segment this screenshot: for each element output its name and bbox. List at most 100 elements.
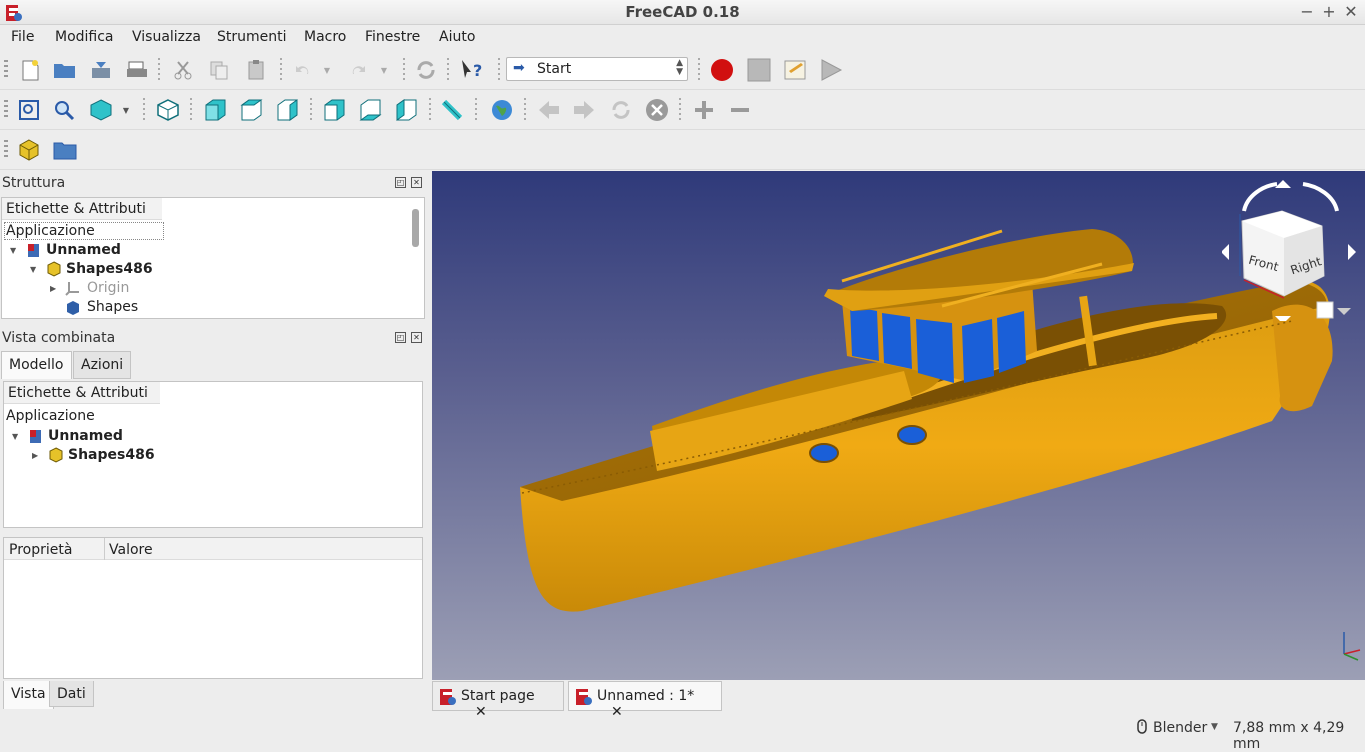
collapse-arrow-icon[interactable]: ▼ xyxy=(12,432,18,441)
fit-all-icon[interactable] xyxy=(15,96,43,124)
workbench-selector[interactable]: ➡ Start ▲ ▼ xyxy=(506,57,688,81)
top-view-icon[interactable] xyxy=(237,96,265,124)
bottom-view-icon[interactable] xyxy=(356,96,384,124)
spin-arrows-icon: ▲ ▼ xyxy=(676,58,683,77)
window-title: FreeCAD 0.18 xyxy=(625,3,740,21)
save-icon[interactable] xyxy=(87,56,115,84)
tree-item-unnamed[interactable]: Unnamed xyxy=(46,242,121,258)
toolbar-grip[interactable] xyxy=(4,60,8,80)
tab-unnamed-document[interactable]: Unnamed : 1* ✕ xyxy=(568,681,722,720)
create-group-icon[interactable] xyxy=(51,136,79,164)
tab-modello[interactable]: Modello xyxy=(1,351,72,379)
tree-column-header[interactable]: Etichette & Attributi xyxy=(2,198,162,220)
stop-macro-icon[interactable] xyxy=(745,56,773,84)
tab-dati[interactable]: Dati xyxy=(49,681,94,707)
part-icon xyxy=(47,261,61,277)
view-menu-cube-icon[interactable] xyxy=(1316,301,1334,319)
redo-dropdown-icon[interactable]: ▼ xyxy=(375,56,393,84)
model-tree-item-unnamed[interactable]: Unnamed xyxy=(48,428,123,444)
paste-icon[interactable] xyxy=(242,56,270,84)
pan-left-icon[interactable] xyxy=(1222,244,1229,260)
print-icon[interactable] xyxy=(123,56,151,84)
front-view-icon[interactable] xyxy=(201,96,229,124)
document-icon xyxy=(28,244,39,257)
tab-unnamed-label: Unnamed : 1* xyxy=(597,688,695,704)
combo-panel-title: Vista combinata xyxy=(2,330,116,346)
tree-scrollbar[interactable] xyxy=(412,209,419,247)
3d-viewport[interactable]: Front Right xyxy=(432,171,1365,680)
undo-icon[interactable] xyxy=(288,56,316,84)
collapse-arrow-icon[interactable]: ▼ xyxy=(10,246,16,255)
close-panel-icon[interactable]: ✕ xyxy=(411,332,422,343)
workbench-label: Start xyxy=(537,61,572,77)
tab-start-page[interactable]: Start page ✕ xyxy=(432,681,564,720)
web-globe-icon[interactable] xyxy=(488,96,516,124)
tree-item-origin[interactable]: Origin xyxy=(87,280,129,296)
cut-icon[interactable] xyxy=(169,56,197,84)
menu-finestre[interactable]: Finestre xyxy=(365,29,420,45)
pan-down-icon[interactable] xyxy=(1275,316,1291,321)
copy-icon[interactable] xyxy=(205,56,233,84)
property-header: Proprietà Valore xyxy=(4,538,422,560)
tab-vista[interactable]: Vista xyxy=(3,681,54,709)
draw-style-icon[interactable] xyxy=(87,96,115,124)
open-folder-icon[interactable] xyxy=(51,56,79,84)
new-document-icon[interactable] xyxy=(16,56,44,84)
pan-right-icon[interactable] xyxy=(1348,244,1356,260)
zoom-in-icon[interactable] xyxy=(690,96,718,124)
expand-arrow-icon[interactable]: ▶ xyxy=(50,284,56,293)
expand-arrow-icon[interactable]: ▶ xyxy=(32,451,38,460)
axis-cross-icon xyxy=(1343,632,1361,661)
refresh-icon[interactable] xyxy=(412,56,440,84)
tree-root-label[interactable]: Applicazione xyxy=(4,222,164,240)
fit-selection-icon[interactable] xyxy=(50,96,78,124)
property-column-value[interactable]: Valore xyxy=(109,542,153,558)
status-bar: Blender ▼ 7,88 mm x 4,29 mm xyxy=(0,715,1365,752)
float-panel-icon[interactable]: ◰ xyxy=(395,177,406,188)
record-macro-icon[interactable] xyxy=(708,56,736,84)
maximize-button[interactable]: + xyxy=(1319,2,1339,21)
mouse-icon xyxy=(1137,719,1147,734)
collapse-arrow-icon[interactable]: ▼ xyxy=(30,265,36,274)
draw-style-dropdown-icon[interactable]: ▼ xyxy=(117,96,135,124)
menu-visualizza[interactable]: Visualizza xyxy=(132,29,201,45)
close-panel-icon[interactable]: ✕ xyxy=(411,177,422,188)
left-view-icon[interactable] xyxy=(392,96,420,124)
create-part-icon[interactable] xyxy=(15,136,43,164)
back-arrow-icon[interactable] xyxy=(535,96,563,124)
zoom-out-icon[interactable] xyxy=(726,96,754,124)
edit-macro-icon[interactable] xyxy=(781,56,809,84)
toolbar-grip[interactable] xyxy=(4,140,8,160)
reload-icon[interactable] xyxy=(607,96,635,124)
minimize-button[interactable]: − xyxy=(1297,2,1317,21)
model-tree-column-header[interactable]: Etichette & Attributi xyxy=(4,382,160,404)
tree-item-shapes486[interactable]: Shapes486 xyxy=(66,261,153,277)
redo-icon[interactable] xyxy=(345,56,373,84)
rear-view-icon[interactable] xyxy=(320,96,348,124)
menu-macro[interactable]: Macro xyxy=(304,29,346,45)
model-tree-item-shapes486[interactable]: Shapes486 xyxy=(68,447,155,463)
measure-distance-icon[interactable] xyxy=(438,96,466,124)
run-macro-icon[interactable] xyxy=(817,56,845,84)
tab-azioni[interactable]: Azioni xyxy=(73,351,132,379)
whats-this-icon[interactable]: ? xyxy=(458,56,486,84)
nav-style-dropdown-icon[interactable]: ▼ xyxy=(1211,722,1218,732)
view-menu-arrow-icon[interactable] xyxy=(1337,308,1351,315)
menu-aiuto[interactable]: Aiuto xyxy=(439,29,475,45)
navigation-style[interactable]: Blender xyxy=(1153,720,1207,736)
right-view-icon[interactable] xyxy=(273,96,301,124)
model-tree-root-label[interactable]: Applicazione xyxy=(6,408,95,424)
menu-strumenti[interactable]: Strumenti xyxy=(217,29,287,45)
forward-arrow-icon[interactable] xyxy=(570,96,598,124)
toolbar-grip[interactable] xyxy=(4,100,8,120)
menu-file[interactable]: File xyxy=(11,29,34,45)
menu-bar: File Modifica Visualizza Strumenti Macro… xyxy=(0,26,1365,50)
property-column-name[interactable]: Proprietà xyxy=(9,542,72,558)
menu-modifica[interactable]: Modifica xyxy=(55,29,114,45)
tree-item-shapes[interactable]: Shapes xyxy=(87,299,138,315)
stop-loading-icon[interactable] xyxy=(643,96,671,124)
close-window-button[interactable]: ✕ xyxy=(1341,2,1361,21)
isometric-view-icon[interactable] xyxy=(154,96,182,124)
float-panel-icon[interactable]: ◰ xyxy=(395,332,406,343)
undo-dropdown-icon[interactable]: ▼ xyxy=(318,56,336,84)
